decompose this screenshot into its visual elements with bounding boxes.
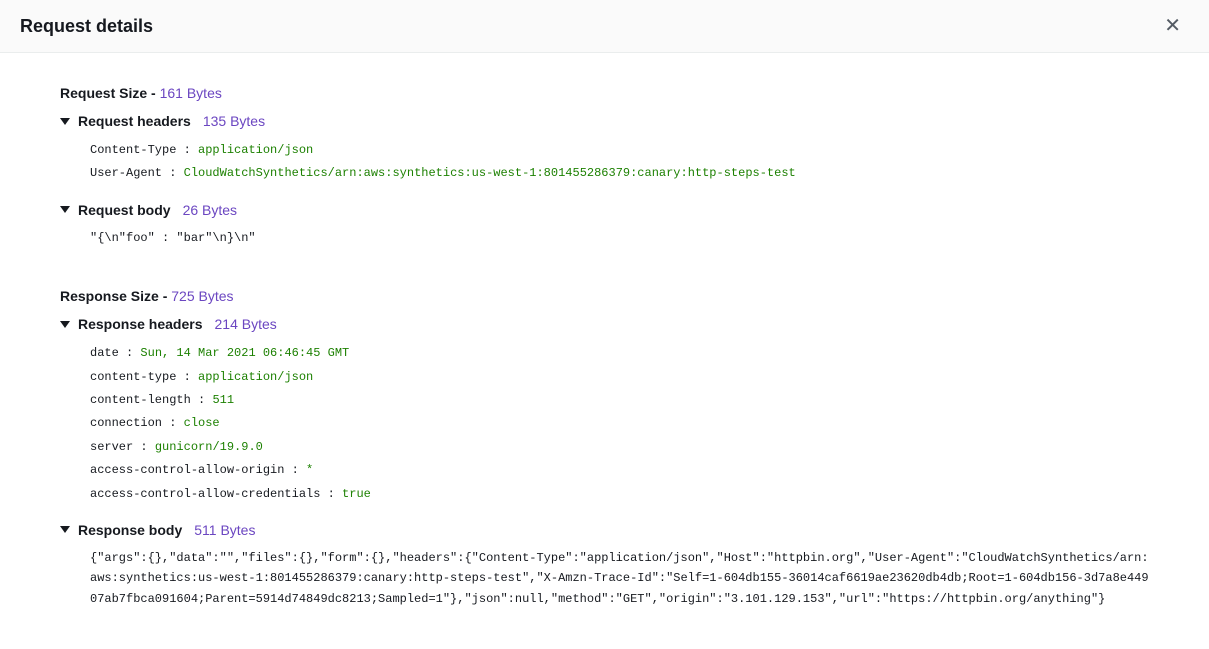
close-icon: ✕	[1164, 15, 1181, 37]
header-value: 511	[212, 393, 234, 407]
request-headers-body: Content-Type : application/jsonUser-Agen…	[60, 139, 1149, 186]
response-body-toggle[interactable]: Response body 511 Bytes	[60, 522, 1149, 538]
request-body-toggle[interactable]: Request body 26 Bytes	[60, 202, 1149, 218]
request-headers-size: 135 Bytes	[203, 113, 265, 129]
request-body-section: Request body 26 Bytes "{\n"foo" : "bar"\…	[60, 202, 1149, 248]
modal-header: Request details ✕	[0, 0, 1209, 53]
response-headers-title: Response headers	[78, 316, 203, 332]
request-body-content: "{\n"foo" : "bar"\n}\n"	[60, 228, 1149, 248]
request-size-label: Request Size -	[60, 85, 160, 101]
close-button[interactable]: ✕	[1156, 12, 1189, 40]
request-headers-title: Request headers	[78, 113, 191, 129]
header-key: Content-Type	[90, 143, 176, 157]
header-row: access-control-allow-origin : *	[90, 459, 1149, 482]
header-row: content-type : application/json	[90, 366, 1149, 389]
header-key: access-control-allow-origin	[90, 463, 284, 477]
header-row: access-control-allow-credentials : true	[90, 483, 1149, 506]
header-row: User-Agent : CloudWatchSynthetics/arn:aw…	[90, 162, 1149, 185]
header-row: content-length : 511	[90, 389, 1149, 412]
response-headers-size: 214 Bytes	[215, 316, 277, 332]
response-body-content: {"args":{},"data":"","files":{},"form":{…	[60, 548, 1149, 609]
header-colon: :	[191, 393, 213, 407]
header-colon: :	[162, 166, 184, 180]
response-group: Response Size - 725 Bytes Response heade…	[60, 288, 1149, 609]
response-headers-toggle[interactable]: Response headers 214 Bytes	[60, 316, 1149, 332]
modal-title: Request details	[20, 16, 153, 37]
header-colon: :	[133, 440, 155, 454]
request-size-line: Request Size - 161 Bytes	[60, 85, 1149, 101]
request-headers-section: Request headers 135 Bytes Content-Type :…	[60, 113, 1149, 186]
response-body-section: Response body 511 Bytes {"args":{},"data…	[60, 522, 1149, 609]
header-colon: :	[176, 370, 198, 384]
header-row: connection : close	[90, 412, 1149, 435]
header-value: *	[306, 463, 313, 477]
response-size-line: Response Size - 725 Bytes	[60, 288, 1149, 304]
header-key: date	[90, 346, 119, 360]
header-key: User-Agent	[90, 166, 162, 180]
header-colon: :	[119, 346, 141, 360]
caret-down-icon	[60, 206, 70, 213]
request-size-value: 161 Bytes	[160, 85, 222, 101]
response-body-size: 511 Bytes	[194, 522, 255, 538]
request-headers-toggle[interactable]: Request headers 135 Bytes	[60, 113, 1149, 129]
header-colon: :	[284, 463, 306, 477]
caret-down-icon	[60, 526, 70, 533]
header-key: content-length	[90, 393, 191, 407]
header-key: connection	[90, 416, 162, 430]
caret-down-icon	[60, 118, 70, 125]
response-headers-section: Response headers 214 Bytes date : Sun, 1…	[60, 316, 1149, 506]
header-value: gunicorn/19.9.0	[155, 440, 263, 454]
header-key: content-type	[90, 370, 176, 384]
modal-content: Request Size - 161 Bytes Request headers…	[0, 53, 1209, 649]
header-key: access-control-allow-credentials	[90, 487, 320, 501]
header-value: CloudWatchSynthetics/arn:aws:synthetics:…	[184, 166, 796, 180]
header-value: application/json	[198, 143, 313, 157]
header-colon: :	[162, 416, 184, 430]
header-row: server : gunicorn/19.9.0	[90, 436, 1149, 459]
header-key: server	[90, 440, 133, 454]
response-body-title: Response body	[78, 522, 182, 538]
header-colon: :	[320, 487, 342, 501]
header-value: close	[184, 416, 220, 430]
response-size-value: 725 Bytes	[171, 288, 233, 304]
header-row: date : Sun, 14 Mar 2021 06:46:45 GMT	[90, 342, 1149, 365]
header-value: true	[342, 487, 371, 501]
response-size-label: Response Size -	[60, 288, 171, 304]
response-headers-body: date : Sun, 14 Mar 2021 06:46:45 GMTcont…	[60, 342, 1149, 506]
header-value: application/json	[198, 370, 313, 384]
header-row: Content-Type : application/json	[90, 139, 1149, 162]
caret-down-icon	[60, 321, 70, 328]
header-value: Sun, 14 Mar 2021 06:46:45 GMT	[140, 346, 349, 360]
header-colon: :	[176, 143, 198, 157]
request-body-size: 26 Bytes	[183, 202, 237, 218]
request-body-title: Request body	[78, 202, 171, 218]
